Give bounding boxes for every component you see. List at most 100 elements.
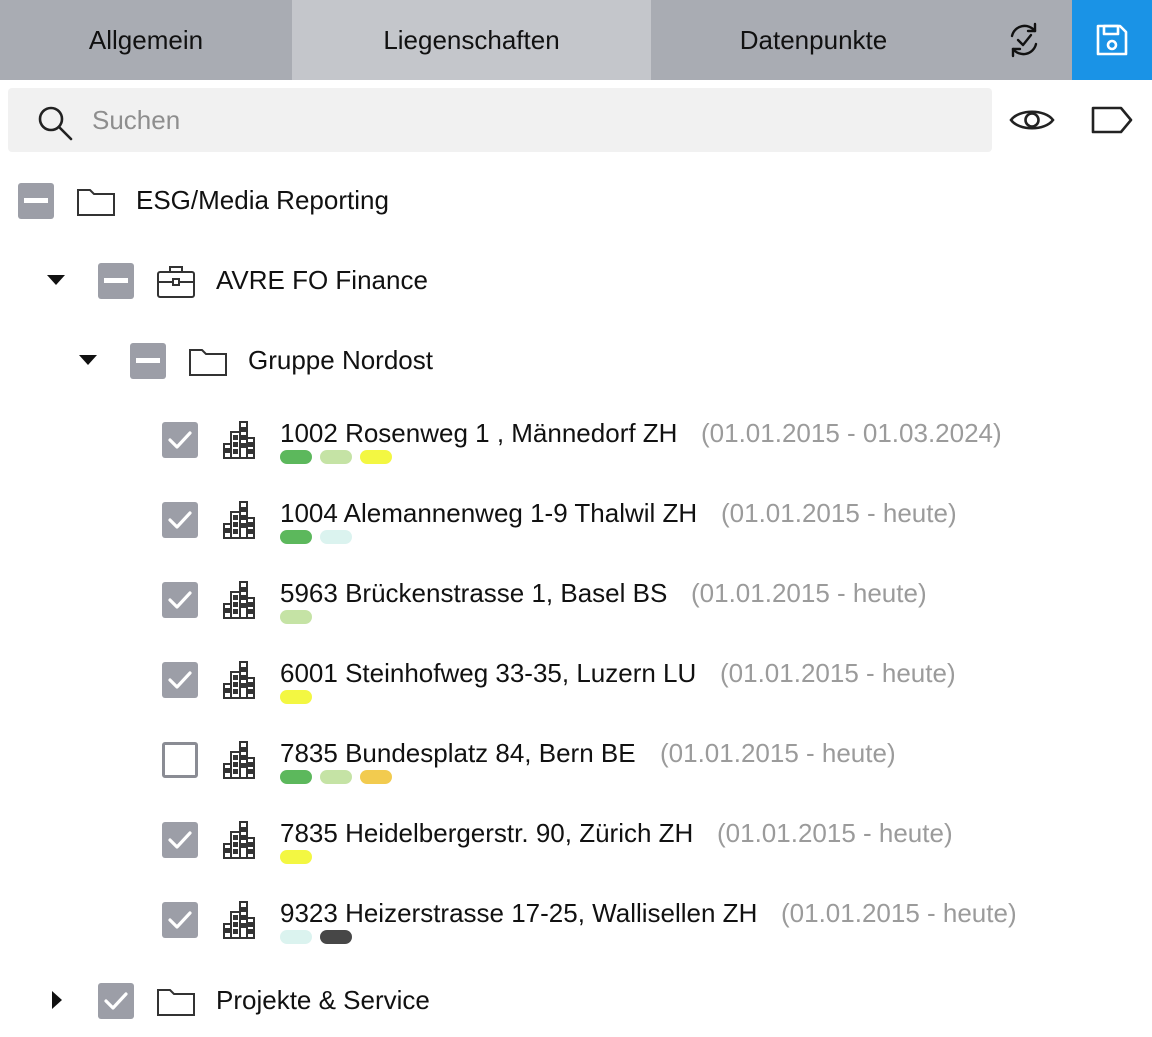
property-row[interactable]: 1004 Alemannenweg 1-9 Thalwil ZH (01.01.2… — [0, 492, 1152, 548]
caret-down-icon[interactable] — [78, 353, 98, 367]
tag-icon — [1091, 106, 1133, 134]
property-label: 7835 Bundesplatz 84, Bern BE — [280, 738, 636, 768]
status-pill — [280, 530, 312, 544]
property-label: 7835 Heidelbergerstr. 90, Zürich ZH — [280, 818, 694, 848]
search-icon — [38, 106, 73, 141]
tree-row-other-group[interactable]: Projekte & Service — [0, 972, 1152, 1028]
status-pills — [280, 770, 392, 784]
property-row[interactable]: 5963 Brückenstrasse 1, Basel BS (01.01.20… — [0, 572, 1152, 628]
property-row[interactable]: 9323 Heizerstrasse 17-25, Wallisellen ZH… — [0, 892, 1152, 948]
check-icon — [168, 671, 192, 689]
property-checkbox[interactable] — [162, 902, 198, 938]
property-label: 1004 Alemannenweg 1-9 Thalwil ZH — [280, 498, 698, 528]
check-icon — [168, 431, 192, 449]
company-label: AVRE FO Finance — [216, 265, 428, 295]
check-icon — [104, 992, 128, 1010]
property-period: (01.01.2015 - 01.03.2024) — [701, 418, 1002, 448]
tree-row-company[interactable]: AVRE FO Finance — [0, 252, 1152, 308]
property-checkbox[interactable] — [162, 742, 198, 778]
property-period: (01.01.2015 - heute) — [691, 578, 927, 608]
status-pill — [320, 530, 352, 544]
building-icon — [223, 741, 255, 779]
tab-datapoints[interactable]: Datenpunkte — [651, 0, 976, 80]
property-period: (01.01.2015 - heute) — [721, 498, 957, 528]
status-pill — [360, 450, 392, 464]
status-pills — [280, 850, 312, 864]
property-period: (01.01.2015 - heute) — [717, 818, 953, 848]
tree-row-group[interactable]: Gruppe Nordost — [0, 332, 1152, 388]
status-pill — [280, 770, 312, 784]
folder-icon — [189, 349, 227, 376]
root-label: ESG/Media Reporting — [136, 185, 389, 215]
tab-properties[interactable]: Liegenschaften — [292, 0, 651, 80]
folder-icon — [77, 189, 115, 216]
property-checkbox[interactable] — [162, 422, 198, 458]
status-pill — [360, 770, 392, 784]
status-pill — [280, 450, 312, 464]
building-icon-wrap — [222, 820, 256, 865]
property-label: 9323 Heizerstrasse 17-25, Wallisellen ZH — [280, 898, 758, 928]
property-checkbox[interactable] — [162, 822, 198, 858]
sync-button[interactable] — [976, 0, 1072, 80]
building-icon-wrap — [222, 740, 256, 785]
building-icon — [223, 421, 255, 459]
search-bar — [8, 88, 992, 152]
building-icon — [223, 821, 255, 859]
tab-general[interactable]: Allgemein — [0, 0, 292, 80]
property-checkbox[interactable] — [162, 662, 198, 698]
save-button[interactable] — [1072, 0, 1152, 80]
check-icon — [168, 831, 192, 849]
check-icon — [168, 511, 192, 529]
property-row[interactable]: 7835 Bundesplatz 84, Bern BE (01.01.2015 … — [0, 732, 1152, 788]
status-pills — [280, 610, 312, 624]
status-pill — [320, 770, 352, 784]
property-row[interactable]: 7835 Heidelbergerstr. 90, Zürich ZH (01.0… — [0, 812, 1152, 868]
property-checkbox[interactable] — [162, 582, 198, 618]
status-pill — [280, 610, 312, 624]
check-icon — [168, 911, 192, 929]
property-period: (01.01.2015 - heute) — [720, 658, 956, 688]
status-pills — [280, 530, 352, 544]
property-checkbox[interactable] — [162, 502, 198, 538]
building-icon — [223, 901, 255, 939]
tree-row-root[interactable]: ESG/Media Reporting — [0, 172, 1152, 228]
building-icon-wrap — [222, 660, 256, 705]
sync-check-icon — [1010, 22, 1038, 58]
property-row[interactable]: 1002 Rosenweg 1 , Männedorf ZH (01.01.201… — [0, 412, 1152, 468]
building-icon-wrap — [222, 900, 256, 945]
status-pill — [280, 690, 312, 704]
status-pill — [280, 930, 312, 944]
property-label: 6001 Steinhofweg 33-35, Luzern LU — [280, 658, 697, 688]
search-input[interactable] — [92, 100, 972, 140]
building-icon — [223, 501, 255, 539]
caret-down-icon[interactable] — [46, 273, 66, 287]
property-row[interactable]: 6001 Steinhofweg 33-35, Luzern LU (01.01.… — [0, 652, 1152, 708]
root-checkbox[interactable] — [18, 183, 54, 219]
property-label: 5963 Brückenstrasse 1, Basel BS — [280, 578, 668, 608]
building-icon — [223, 581, 255, 619]
building-icon-wrap — [222, 420, 256, 465]
briefcase-icon — [157, 266, 195, 298]
status-pills — [280, 690, 312, 704]
status-pill — [320, 450, 352, 464]
status-pills — [280, 930, 352, 944]
building-icon — [223, 661, 255, 699]
property-label: 1002 Rosenweg 1 , Männedorf ZH — [280, 418, 678, 448]
status-pills — [280, 450, 392, 464]
check-icon — [168, 591, 192, 609]
other-group-checkbox[interactable] — [98, 983, 134, 1019]
company-checkbox[interactable] — [98, 263, 134, 299]
building-icon-wrap — [222, 500, 256, 545]
caret-right-icon[interactable] — [50, 990, 64, 1010]
tag-button[interactable] — [1088, 100, 1136, 140]
other-group-label: Projekte & Service — [216, 985, 430, 1015]
visibility-button[interactable] — [1008, 100, 1056, 140]
group-checkbox[interactable] — [130, 343, 166, 379]
tab-bar: Allgemein Liegenschaften Datenpunkte — [0, 0, 1152, 80]
property-period: (01.01.2015 - heute) — [781, 898, 1017, 928]
eye-icon — [1009, 110, 1055, 130]
group-label: Gruppe Nordost — [248, 345, 433, 375]
status-pill — [280, 850, 312, 864]
building-icon-wrap — [222, 580, 256, 625]
status-pill — [320, 930, 352, 944]
